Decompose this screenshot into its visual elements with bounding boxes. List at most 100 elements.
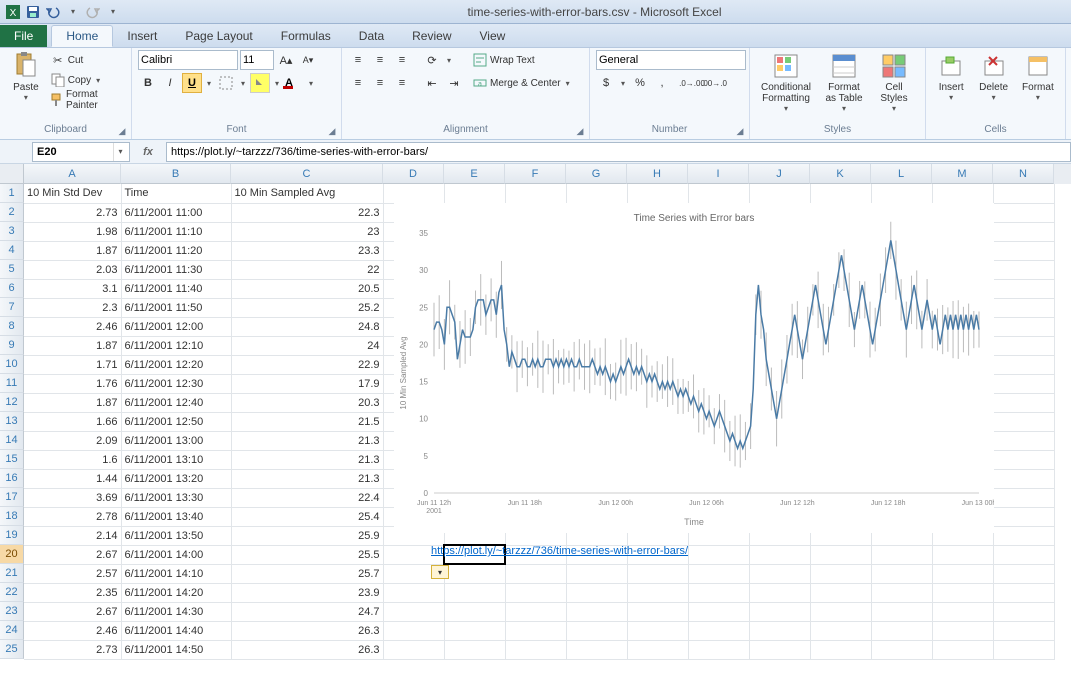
cell-B6[interactable]: 6/11/2001 11:40 [121,279,231,298]
cell-A24[interactable]: 2.46 [24,621,121,640]
paste-dropdown[interactable]: ▾ [21,93,31,102]
cell-B15[interactable]: 6/11/2001 13:10 [121,450,231,469]
cell-M1[interactable] [932,184,993,203]
col-header-F[interactable]: F [505,164,566,184]
cell-A5[interactable]: 2.03 [24,260,121,279]
cell-N12[interactable] [993,393,1054,412]
cell-G24[interactable] [566,621,627,640]
cell-N13[interactable] [993,412,1054,431]
row-header-17[interactable]: 17 [0,488,24,507]
cell-J24[interactable] [749,621,810,640]
cell-B18[interactable]: 6/11/2001 13:40 [121,507,231,526]
cell-D24[interactable] [383,621,444,640]
cell-A19[interactable]: 2.14 [24,526,121,545]
cell-C19[interactable]: 25.9 [231,526,383,545]
cell-F25[interactable] [505,640,566,659]
cell-A25[interactable]: 2.73 [24,640,121,659]
row-header-24[interactable]: 24 [0,621,24,640]
cell-N8[interactable] [993,317,1054,336]
cell-B20[interactable]: 6/11/2001 14:00 [121,545,231,564]
cell-H21[interactable] [627,564,688,583]
cell-B14[interactable]: 6/11/2001 13:00 [121,431,231,450]
cell-I20[interactable] [688,545,749,564]
cell-B23[interactable]: 6/11/2001 14:30 [121,602,231,621]
cell-D23[interactable] [383,602,444,621]
col-header-H[interactable]: H [627,164,688,184]
cell-K24[interactable] [810,621,871,640]
comma-icon[interactable]: , [652,73,672,93]
cell-B12[interactable]: 6/11/2001 12:40 [121,393,231,412]
wrap-text-button[interactable]: Wrap Text [472,50,573,70]
cell-N24[interactable] [993,621,1054,640]
row-header-16[interactable]: 16 [0,469,24,488]
cell-M22[interactable] [932,583,993,602]
cell-G22[interactable] [566,583,627,602]
cell-B8[interactable]: 6/11/2001 12:00 [121,317,231,336]
cell-B25[interactable]: 6/11/2001 14:50 [121,640,231,659]
cell-M23[interactable] [932,602,993,621]
align-right-icon[interactable]: ≡ [392,73,412,93]
cell-N2[interactable] [993,203,1054,222]
alignment-launcher[interactable]: ◢ [574,125,586,137]
cell-A14[interactable]: 2.09 [24,431,121,450]
cell-A17[interactable]: 3.69 [24,488,121,507]
cell-A15[interactable]: 1.6 [24,450,121,469]
cell-H25[interactable] [627,640,688,659]
row-header-20[interactable]: 20 [0,545,24,564]
row-header-21[interactable]: 21 [0,564,24,583]
font-color-button[interactable]: A [284,73,304,93]
cell-A7[interactable]: 2.3 [24,298,121,317]
cell-F21[interactable] [505,564,566,583]
cell-G1[interactable] [566,184,627,203]
font-launcher[interactable]: ◢ [326,125,338,137]
cell-E1[interactable] [444,184,505,203]
cell-M20[interactable] [932,545,993,564]
cell-L20[interactable] [871,545,932,564]
redo-icon[interactable] [84,3,102,21]
increase-decimal-icon[interactable]: .0→.00 [682,73,702,93]
cell-F20[interactable] [505,545,566,564]
delete-button[interactable]: Delete▾ [974,50,1012,104]
format-button[interactable]: Format▾ [1017,50,1059,104]
cell-L1[interactable] [871,184,932,203]
formula-input[interactable] [166,142,1071,162]
cell-grid[interactable]: 10 Min Std DevTime10 Min Sampled Avg2.73… [24,184,1071,660]
cell-A3[interactable]: 1.98 [24,222,121,241]
cell-C12[interactable]: 20.3 [231,393,383,412]
align-left-icon[interactable]: ≡ [348,73,368,93]
cell-N7[interactable] [993,298,1054,317]
cell-B9[interactable]: 6/11/2001 12:10 [121,336,231,355]
cell-B19[interactable]: 6/11/2001 13:50 [121,526,231,545]
undo-dropdown[interactable]: ▾ [64,3,82,21]
cell-A4[interactable]: 1.87 [24,241,121,260]
cell-A10[interactable]: 1.71 [24,355,121,374]
row-header-14[interactable]: 14 [0,431,24,450]
row-header-13[interactable]: 13 [0,412,24,431]
cell-B1[interactable]: Time [121,184,231,203]
cell-J20[interactable] [749,545,810,564]
row-header-12[interactable]: 12 [0,393,24,412]
cell-G23[interactable] [566,602,627,621]
cell-N9[interactable] [993,336,1054,355]
cell-F24[interactable] [505,621,566,640]
cell-N3[interactable] [993,222,1054,241]
cell-G20[interactable] [566,545,627,564]
col-header-M[interactable]: M [932,164,993,184]
cut-button[interactable]: ✂Cut [50,50,125,70]
underline-button[interactable]: U [182,73,202,93]
tab-view[interactable]: View [466,25,520,47]
cell-N4[interactable] [993,241,1054,260]
cell-C18[interactable]: 25.4 [231,507,383,526]
cell-C16[interactable]: 21.3 [231,469,383,488]
cell-N21[interactable] [993,564,1054,583]
cell-M21[interactable] [932,564,993,583]
decrease-font-icon[interactable]: A▾ [298,50,318,70]
tab-insert[interactable]: Insert [113,25,171,47]
paste-button[interactable]: Paste ▾ [6,50,46,104]
row-header-1[interactable]: 1 [0,184,24,203]
cell-H20[interactable] [627,545,688,564]
cell-J21[interactable] [749,564,810,583]
merge-center-button[interactable]: aMerge & Center▾ [472,73,573,93]
increase-font-icon[interactable]: A▴ [276,50,296,70]
row-header-23[interactable]: 23 [0,602,24,621]
